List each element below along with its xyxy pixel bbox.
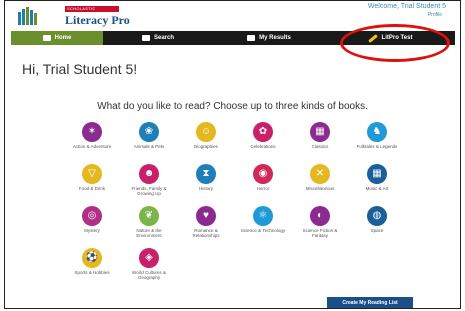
genre-label: Animals & Pets bbox=[133, 144, 165, 149]
genre-option[interactable]: ▦ Music & Art bbox=[350, 164, 404, 201]
header: Scholastic Literacy Pro Welcome, Trial S… bbox=[5, 1, 460, 31]
genre-prompt: What do you like to read? Choose up to t… bbox=[97, 101, 368, 112]
page-title: Hi, Trial Student 5! bbox=[22, 61, 138, 77]
genre-label: Folktales & Legends bbox=[356, 144, 398, 149]
genre-label: Food & Drink bbox=[78, 186, 106, 191]
genre-label: History bbox=[198, 186, 213, 191]
genre-option[interactable]: ⧗ History bbox=[179, 164, 233, 201]
create-reading-list-button[interactable]: Create My Reading List bbox=[327, 297, 413, 308]
heart-icon: ♥ bbox=[196, 206, 216, 226]
genre-option[interactable]: ▦ Classics bbox=[293, 122, 347, 159]
genre-label: Horror bbox=[256, 186, 270, 191]
genre-option[interactable]: ✶ Action & Adventure bbox=[65, 122, 119, 159]
genre-option[interactable]: ◎ Mystery bbox=[65, 206, 119, 243]
genre-option[interactable]: ◐ Science Fiction & Fantasy bbox=[293, 206, 347, 243]
genre-label: Nature & the Environment bbox=[136, 228, 162, 238]
genre-option[interactable]: ♞ Folktales & Legends bbox=[350, 122, 404, 159]
genre-label: Friends, Family & Growing Up bbox=[131, 186, 167, 196]
classics-icon: ▦ bbox=[310, 122, 330, 142]
magnifier-icon: ◎ bbox=[82, 206, 102, 226]
main-nav: Home Search My Results LitPro Test bbox=[11, 31, 455, 45]
genre-label: Miscellaneous bbox=[305, 186, 335, 191]
celebration-icon: ✿ bbox=[253, 122, 273, 142]
genre-label: Mystery bbox=[84, 228, 100, 233]
profile-link[interactable]: Profile bbox=[428, 12, 442, 18]
tab-my-results-label: My Results bbox=[259, 35, 291, 41]
tab-home-label: Home bbox=[54, 35, 72, 41]
action-icon: ✶ bbox=[82, 122, 102, 142]
genre-label: World Cultures & Geography bbox=[132, 270, 166, 280]
music-art-icon: ▦ bbox=[367, 164, 387, 184]
pizza-icon: ▽ bbox=[82, 164, 102, 184]
person-icon: ☺ bbox=[196, 122, 216, 142]
tab-litpro-test-label: LitPro Test bbox=[381, 35, 413, 41]
brand-tag: Scholastic bbox=[65, 6, 119, 12]
tab-search[interactable]: Search bbox=[103, 31, 213, 45]
planet-icon: ◍ bbox=[367, 206, 387, 226]
genre-label: Music & Art bbox=[365, 186, 389, 191]
genre-option[interactable]: ◉ Horror bbox=[236, 164, 290, 201]
science-icon: ⚛ bbox=[253, 206, 273, 226]
genre-option[interactable]: ✕ Miscellaneous bbox=[293, 164, 347, 201]
genre-option[interactable]: ⚽ Sports & Hobbies bbox=[65, 248, 119, 285]
genre-option[interactable]: ✿ Celebrations bbox=[236, 122, 290, 159]
genre-option[interactable]: ❦ Nature & the Environment bbox=[122, 206, 176, 243]
genre-label: Science & Technology bbox=[240, 228, 286, 233]
app-window: Scholastic Literacy Pro Welcome, Trial S… bbox=[4, 0, 461, 309]
genre-label: Romance & Relationships bbox=[192, 228, 220, 238]
nature-icon: ❦ bbox=[139, 206, 159, 226]
tab-litpro-test[interactable]: LitPro Test bbox=[325, 31, 455, 45]
tab-home[interactable]: Home bbox=[11, 31, 103, 45]
genre-option[interactable]: ☻ Friends, Family & Growing Up bbox=[122, 164, 176, 201]
horror-icon: ◉ bbox=[253, 164, 273, 184]
genre-grid: ✶ Action & Adventure ❀ Animals & Pets ☺ Biogr… bbox=[65, 122, 405, 285]
results-icon bbox=[247, 35, 256, 41]
genre-label: Biographies bbox=[194, 144, 218, 149]
genre-label: Science Fiction & Fantasy bbox=[302, 228, 338, 238]
genre-option[interactable]: ☺ Biographies bbox=[179, 122, 233, 159]
genre-option[interactable]: ⚛ Science & Technology bbox=[236, 206, 290, 243]
hourglass-icon: ⧗ bbox=[196, 164, 216, 184]
genre-label: Sports & Hobbies bbox=[74, 270, 110, 275]
tab-my-results[interactable]: My Results bbox=[213, 31, 325, 45]
genre-option[interactable]: ◈ World Cultures & Geography bbox=[122, 248, 176, 285]
genre-label: Celebrations bbox=[250, 144, 276, 149]
genre-option[interactable]: ❀ Animals & Pets bbox=[122, 122, 176, 159]
paw-icon: ❀ bbox=[139, 122, 159, 142]
shuffle-icon: ✕ bbox=[310, 164, 330, 184]
dragon-icon: ♞ bbox=[367, 122, 387, 142]
globe-icon: ◈ bbox=[139, 248, 159, 268]
sports-icon: ⚽ bbox=[82, 248, 102, 268]
tab-search-label: Search bbox=[153, 35, 174, 41]
genre-option[interactable]: ▽ Food & Drink bbox=[65, 164, 119, 201]
brand-name: Literacy Pro bbox=[65, 13, 130, 27]
books-icon bbox=[141, 35, 150, 41]
genre-label: Action & Adventure bbox=[72, 144, 112, 149]
logo-icon bbox=[18, 7, 37, 25]
genre-option[interactable]: ♥ Romance & Relationships bbox=[179, 206, 233, 243]
genre-option[interactable]: ◍ Space bbox=[350, 206, 404, 243]
genre-label: Space bbox=[370, 228, 384, 233]
home-icon bbox=[42, 35, 51, 41]
welcome-text: Welcome, Trial Student 5 bbox=[367, 3, 446, 10]
pencil-icon bbox=[367, 33, 378, 43]
genre-label: Classics bbox=[311, 144, 329, 149]
family-icon: ☻ bbox=[139, 164, 159, 184]
scifi-icon: ◐ bbox=[310, 206, 330, 226]
